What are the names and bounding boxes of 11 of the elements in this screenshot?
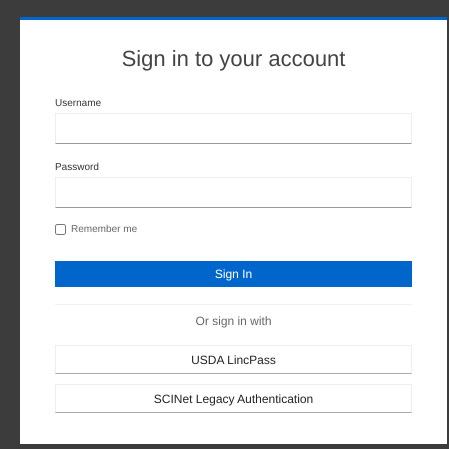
checkbox-label: Remember me: [71, 223, 138, 237]
input-field[interactable]: [55, 177, 412, 208]
provider-button[interactable]: SCINet Legacy Authentication: [55, 384, 412, 413]
input-field[interactable]: [55, 113, 412, 144]
field-label: Password: [55, 162, 100, 174]
sign-in-button[interactable]: Sign In: [55, 261, 412, 287]
remember-checkbox[interactable]: [55, 224, 66, 235]
page-title: Sign in to your account: [120, 45, 346, 73]
provider-button[interactable]: USDA LincPass: [55, 345, 412, 374]
field-label: Username: [55, 98, 102, 110]
divider-text: Or sign in with: [195, 314, 272, 328]
